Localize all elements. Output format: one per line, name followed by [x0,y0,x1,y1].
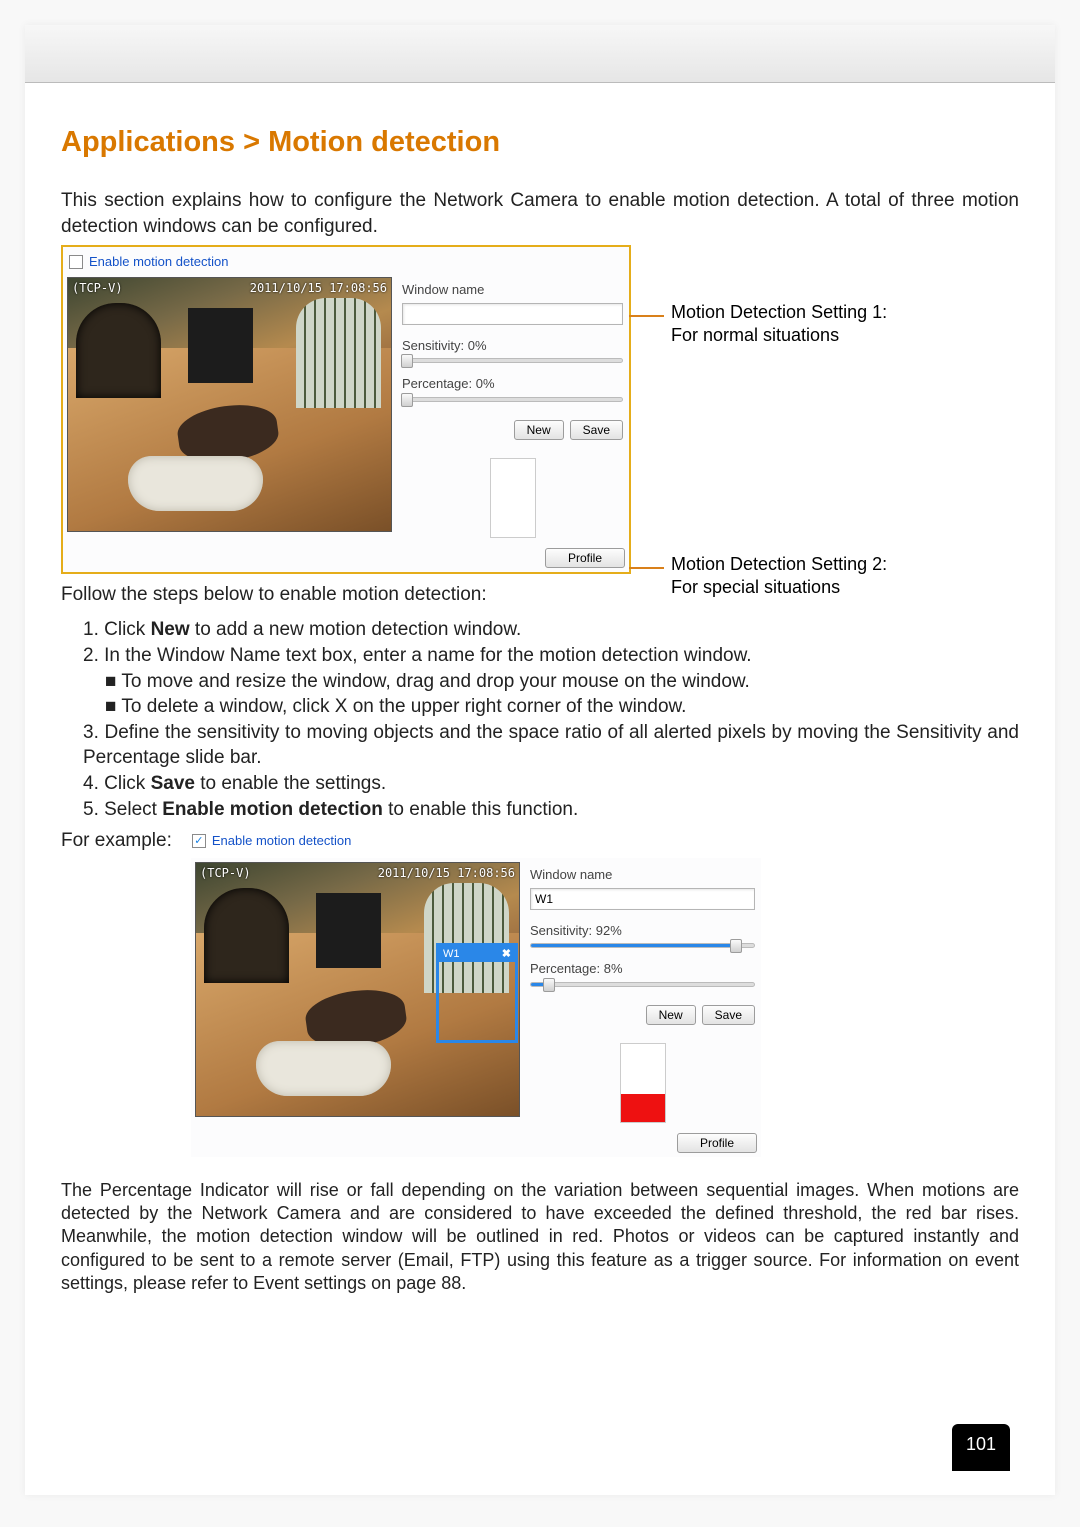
save-button[interactable]: Save [570,420,623,440]
save-button[interactable]: Save [702,1005,755,1025]
motion-detection-panel-1: Enable motion detection (TCP-V) 2011/10/… [61,245,631,573]
step-3: 3. Define the sensitivity to moving obje… [83,720,1019,771]
step-4: 4. Click Save to enable the settings. [83,771,1019,797]
instruction-list: 1. Click New to add a new motion detecti… [61,617,1019,822]
callout-line-1 [629,315,664,317]
profile-button[interactable]: Profile [545,548,625,568]
window-name-label: Window name [530,866,755,884]
camera-overlay-label: (TCP-V) [200,865,251,881]
percentage-slider[interactable] [402,397,623,402]
sensitivity-label: Sensitivity: 92% [530,922,755,940]
step-1: 1. Click New to add a new motion detecti… [83,617,1019,643]
profile-button[interactable]: Profile [677,1133,757,1153]
enable-motion-checkbox-example[interactable]: ✓ [192,834,206,848]
page-header-bar [25,25,1055,83]
for-example-label: For example: [61,828,172,854]
callout-setting-1: Motion Detection Setting 1: For normal s… [671,301,887,346]
enable-motion-label-example: Enable motion detection [212,832,351,850]
camera-overlay-timestamp: 2011/10/15 17:08:56 [378,865,515,881]
percentage-label: Percentage: 0% [402,375,623,393]
callout-setting-2: Motion Detection Setting 2: For special … [671,553,887,598]
percentage-indicator [620,1043,666,1123]
step-5: 5. Select Enable motion detection to ena… [83,797,1019,823]
window-name-input[interactable] [402,303,623,325]
camera-preview-example[interactable]: (TCP-V) 2011/10/15 17:08:56 W1 ✖ [195,862,520,1117]
step-2: 2. In the Window Name text box, enter a … [83,643,1019,669]
step-2a: ■ To move and resize the window, drag an… [105,669,1019,695]
section-title: Applications > Motion detection [61,123,1019,162]
new-button[interactable]: New [514,420,564,440]
callout-line-2 [629,567,664,569]
closing-paragraph: The Percentage Indicator will rise or fa… [61,1179,1019,1296]
camera-preview[interactable]: (TCP-V) 2011/10/15 17:08:56 [67,277,392,532]
window-name-label: Window name [402,281,623,299]
motion-window-w1[interactable]: W1 ✖ [436,943,518,1043]
sensitivity-label: Sensitivity: 0% [402,337,623,355]
motion-window-title: W1 [443,946,460,962]
settings-column: Window name Sensitivity: 0% [400,277,625,542]
camera-overlay-timestamp: 2011/10/15 17:08:56 [250,280,387,296]
enable-motion-checkbox[interactable] [69,255,83,269]
percentage-slider[interactable] [530,982,755,987]
settings-column-example: Window name Sensitivity: 92% [528,862,757,1127]
page-number: 101 [952,1424,1010,1471]
intro-paragraph: This section explains how to configure t… [61,188,1019,239]
sensitivity-slider[interactable] [402,358,623,363]
motion-detection-panel-2: (TCP-V) 2011/10/15 17:08:56 W1 ✖ Window … [191,858,761,1157]
enable-motion-label: Enable motion detection [89,253,228,271]
percentage-indicator [490,458,536,538]
new-button[interactable]: New [646,1005,696,1025]
close-icon[interactable]: ✖ [502,946,511,962]
sensitivity-slider[interactable] [530,943,755,948]
window-name-input[interactable] [530,888,755,910]
step-2b: ■ To delete a window, click X on the upp… [105,694,1019,720]
percentage-label: Percentage: 8% [530,960,755,978]
camera-overlay-label: (TCP-V) [72,280,123,296]
